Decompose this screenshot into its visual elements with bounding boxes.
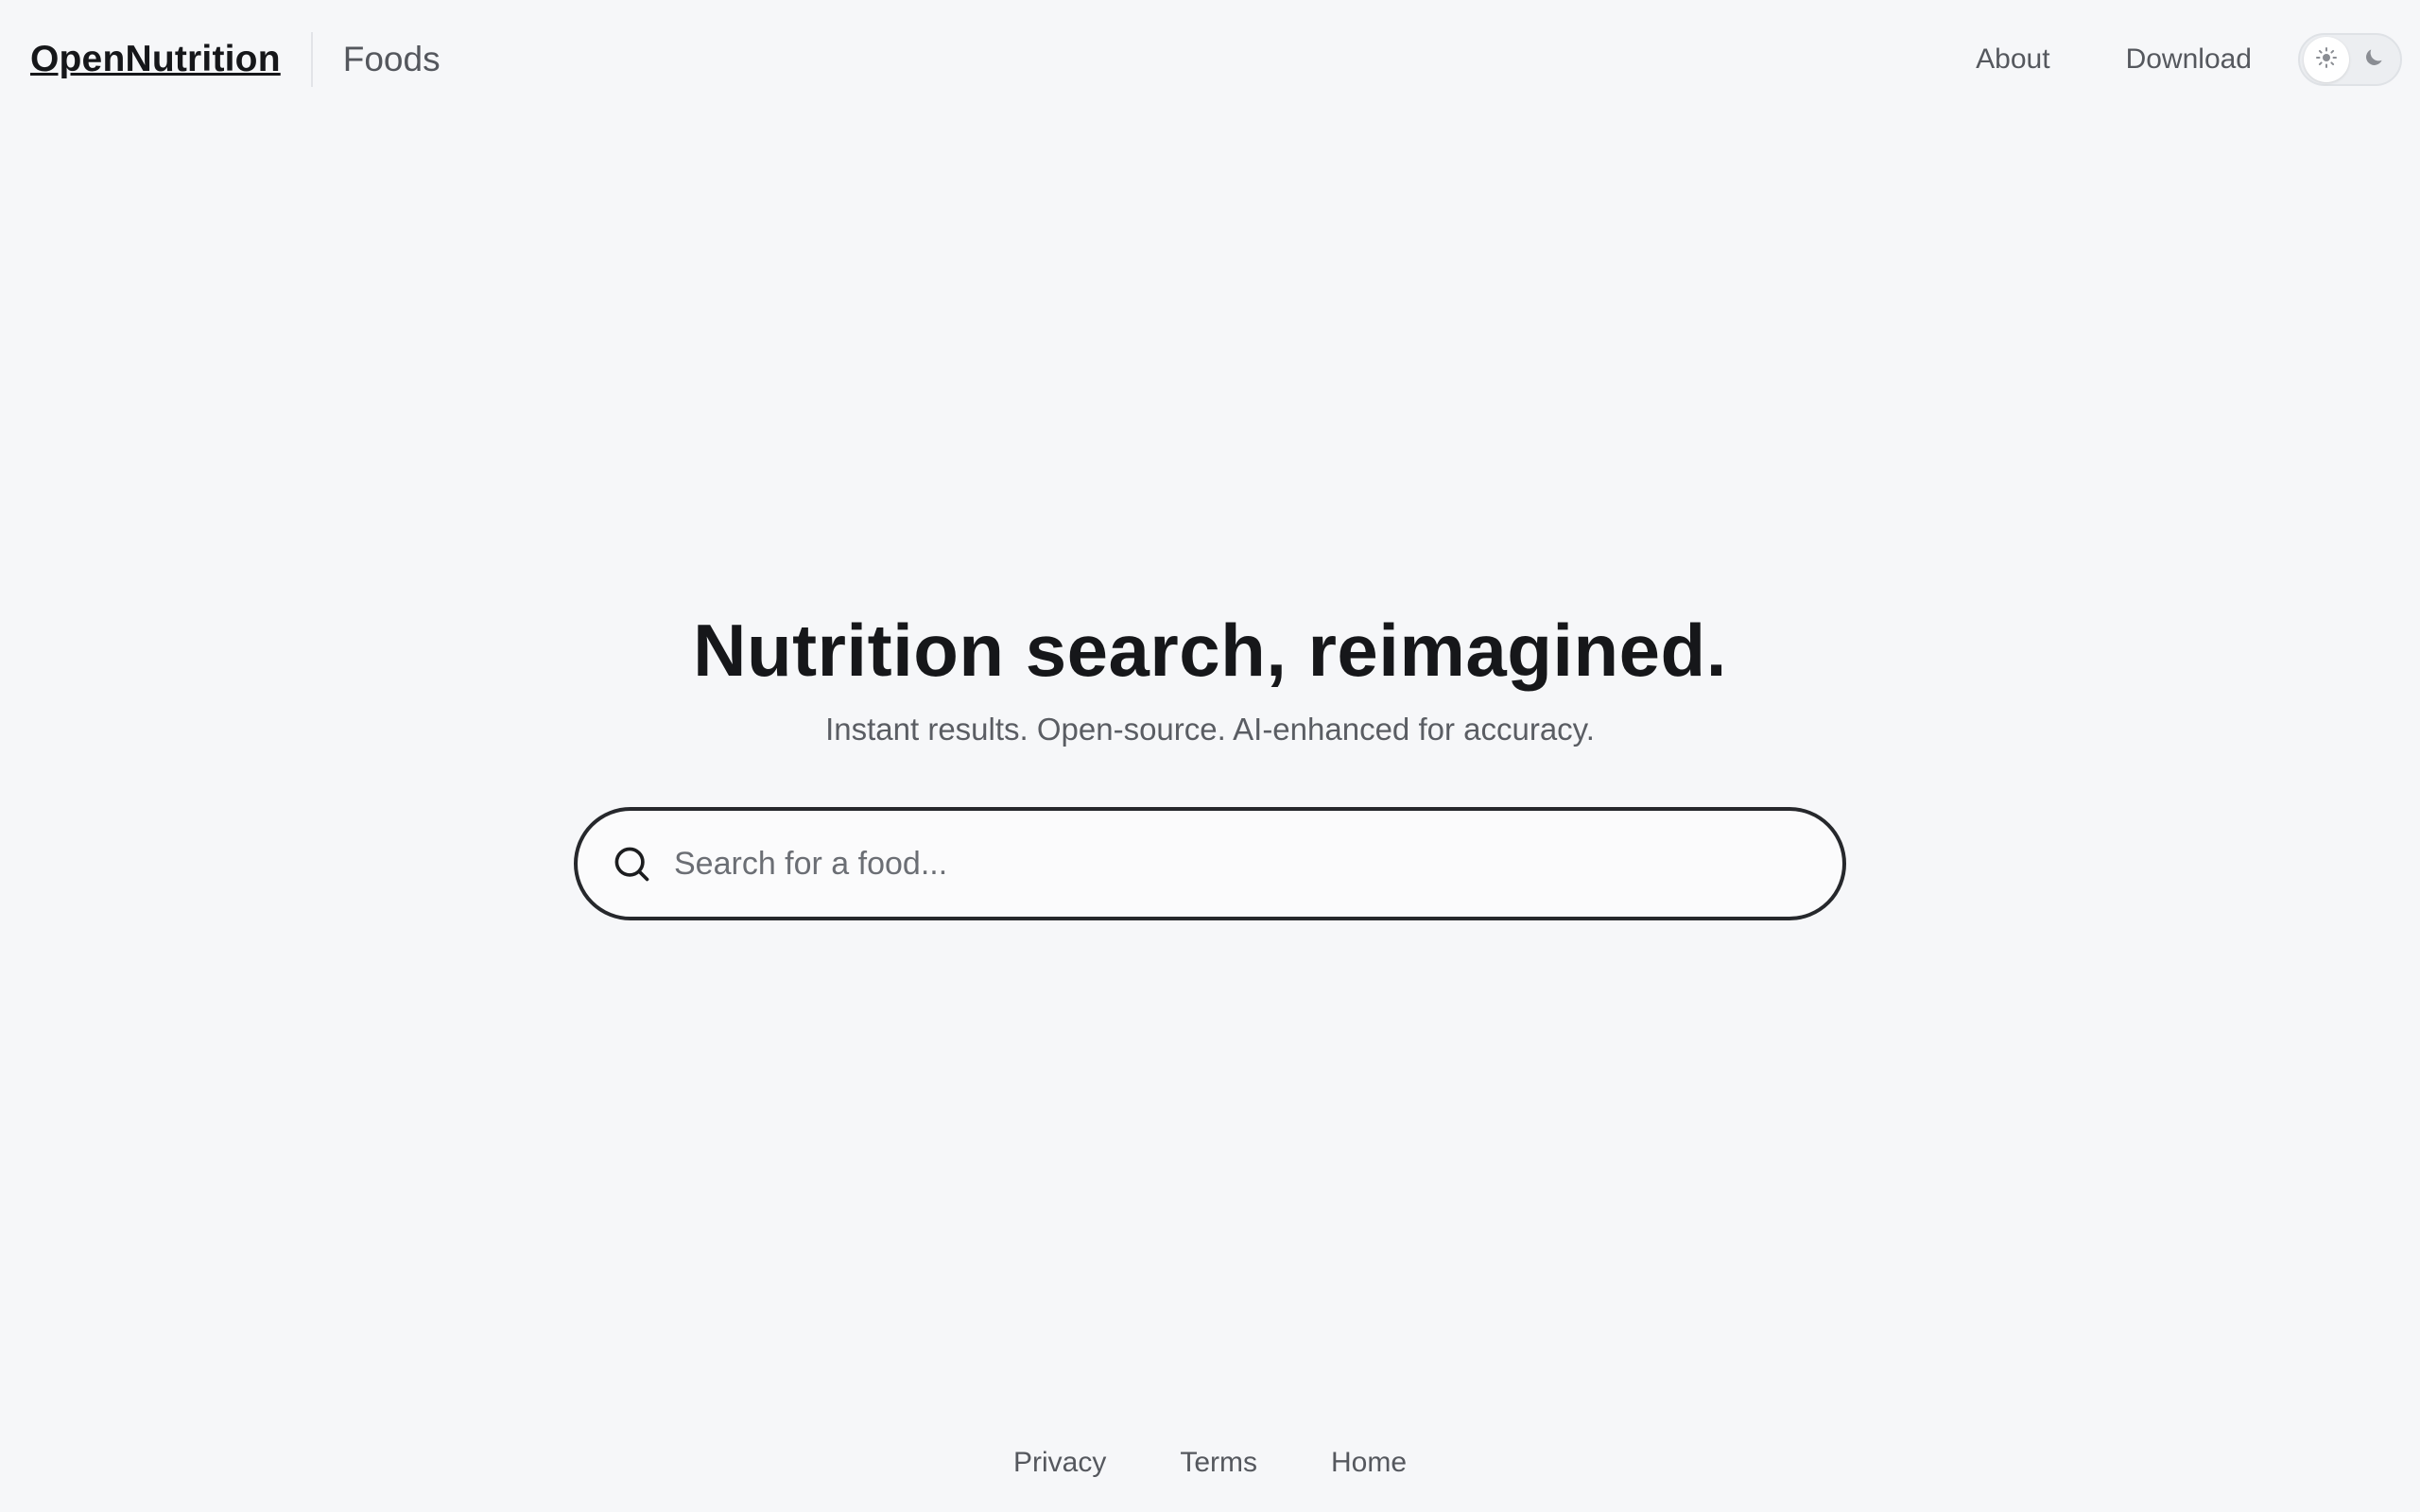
page-subtitle: Instant results. Open-source. AI-enhance… bbox=[825, 712, 1595, 747]
hero: Nutrition search, reimagined. Instant re… bbox=[0, 605, 2420, 920]
brand: OpenNutrition Foods bbox=[30, 32, 441, 87]
top-nav: OpenNutrition Foods About Download bbox=[0, 0, 2420, 119]
footer-home-link[interactable]: Home bbox=[1331, 1447, 1407, 1479]
search-input[interactable] bbox=[674, 811, 1842, 917]
search-box[interactable] bbox=[574, 807, 1846, 920]
theme-light-option[interactable] bbox=[2304, 37, 2349, 82]
footer-terms-link[interactable]: Terms bbox=[1180, 1447, 1257, 1479]
search-icon bbox=[610, 842, 653, 885]
page-title: Nutrition search, reimagined. bbox=[693, 609, 1727, 692]
theme-dark-option[interactable] bbox=[2351, 37, 2396, 82]
brand-divider bbox=[310, 32, 313, 87]
logo-link[interactable]: OpenNutrition bbox=[30, 39, 281, 80]
footer: Privacy Terms Home bbox=[0, 1436, 2420, 1489]
nav-about-link[interactable]: About bbox=[1976, 43, 2049, 76]
foods-link[interactable]: Foods bbox=[343, 40, 441, 79]
page: OpenNutrition Foods About Download Nutri… bbox=[0, 0, 2420, 1512]
main-nav: About Download bbox=[1976, 33, 2402, 86]
sun-icon bbox=[2315, 46, 2338, 74]
nav-download-link[interactable]: Download bbox=[2126, 43, 2252, 76]
footer-privacy-link[interactable]: Privacy bbox=[1013, 1447, 1106, 1479]
moon-icon bbox=[2361, 45, 2386, 75]
theme-toggle[interactable] bbox=[2298, 33, 2402, 86]
